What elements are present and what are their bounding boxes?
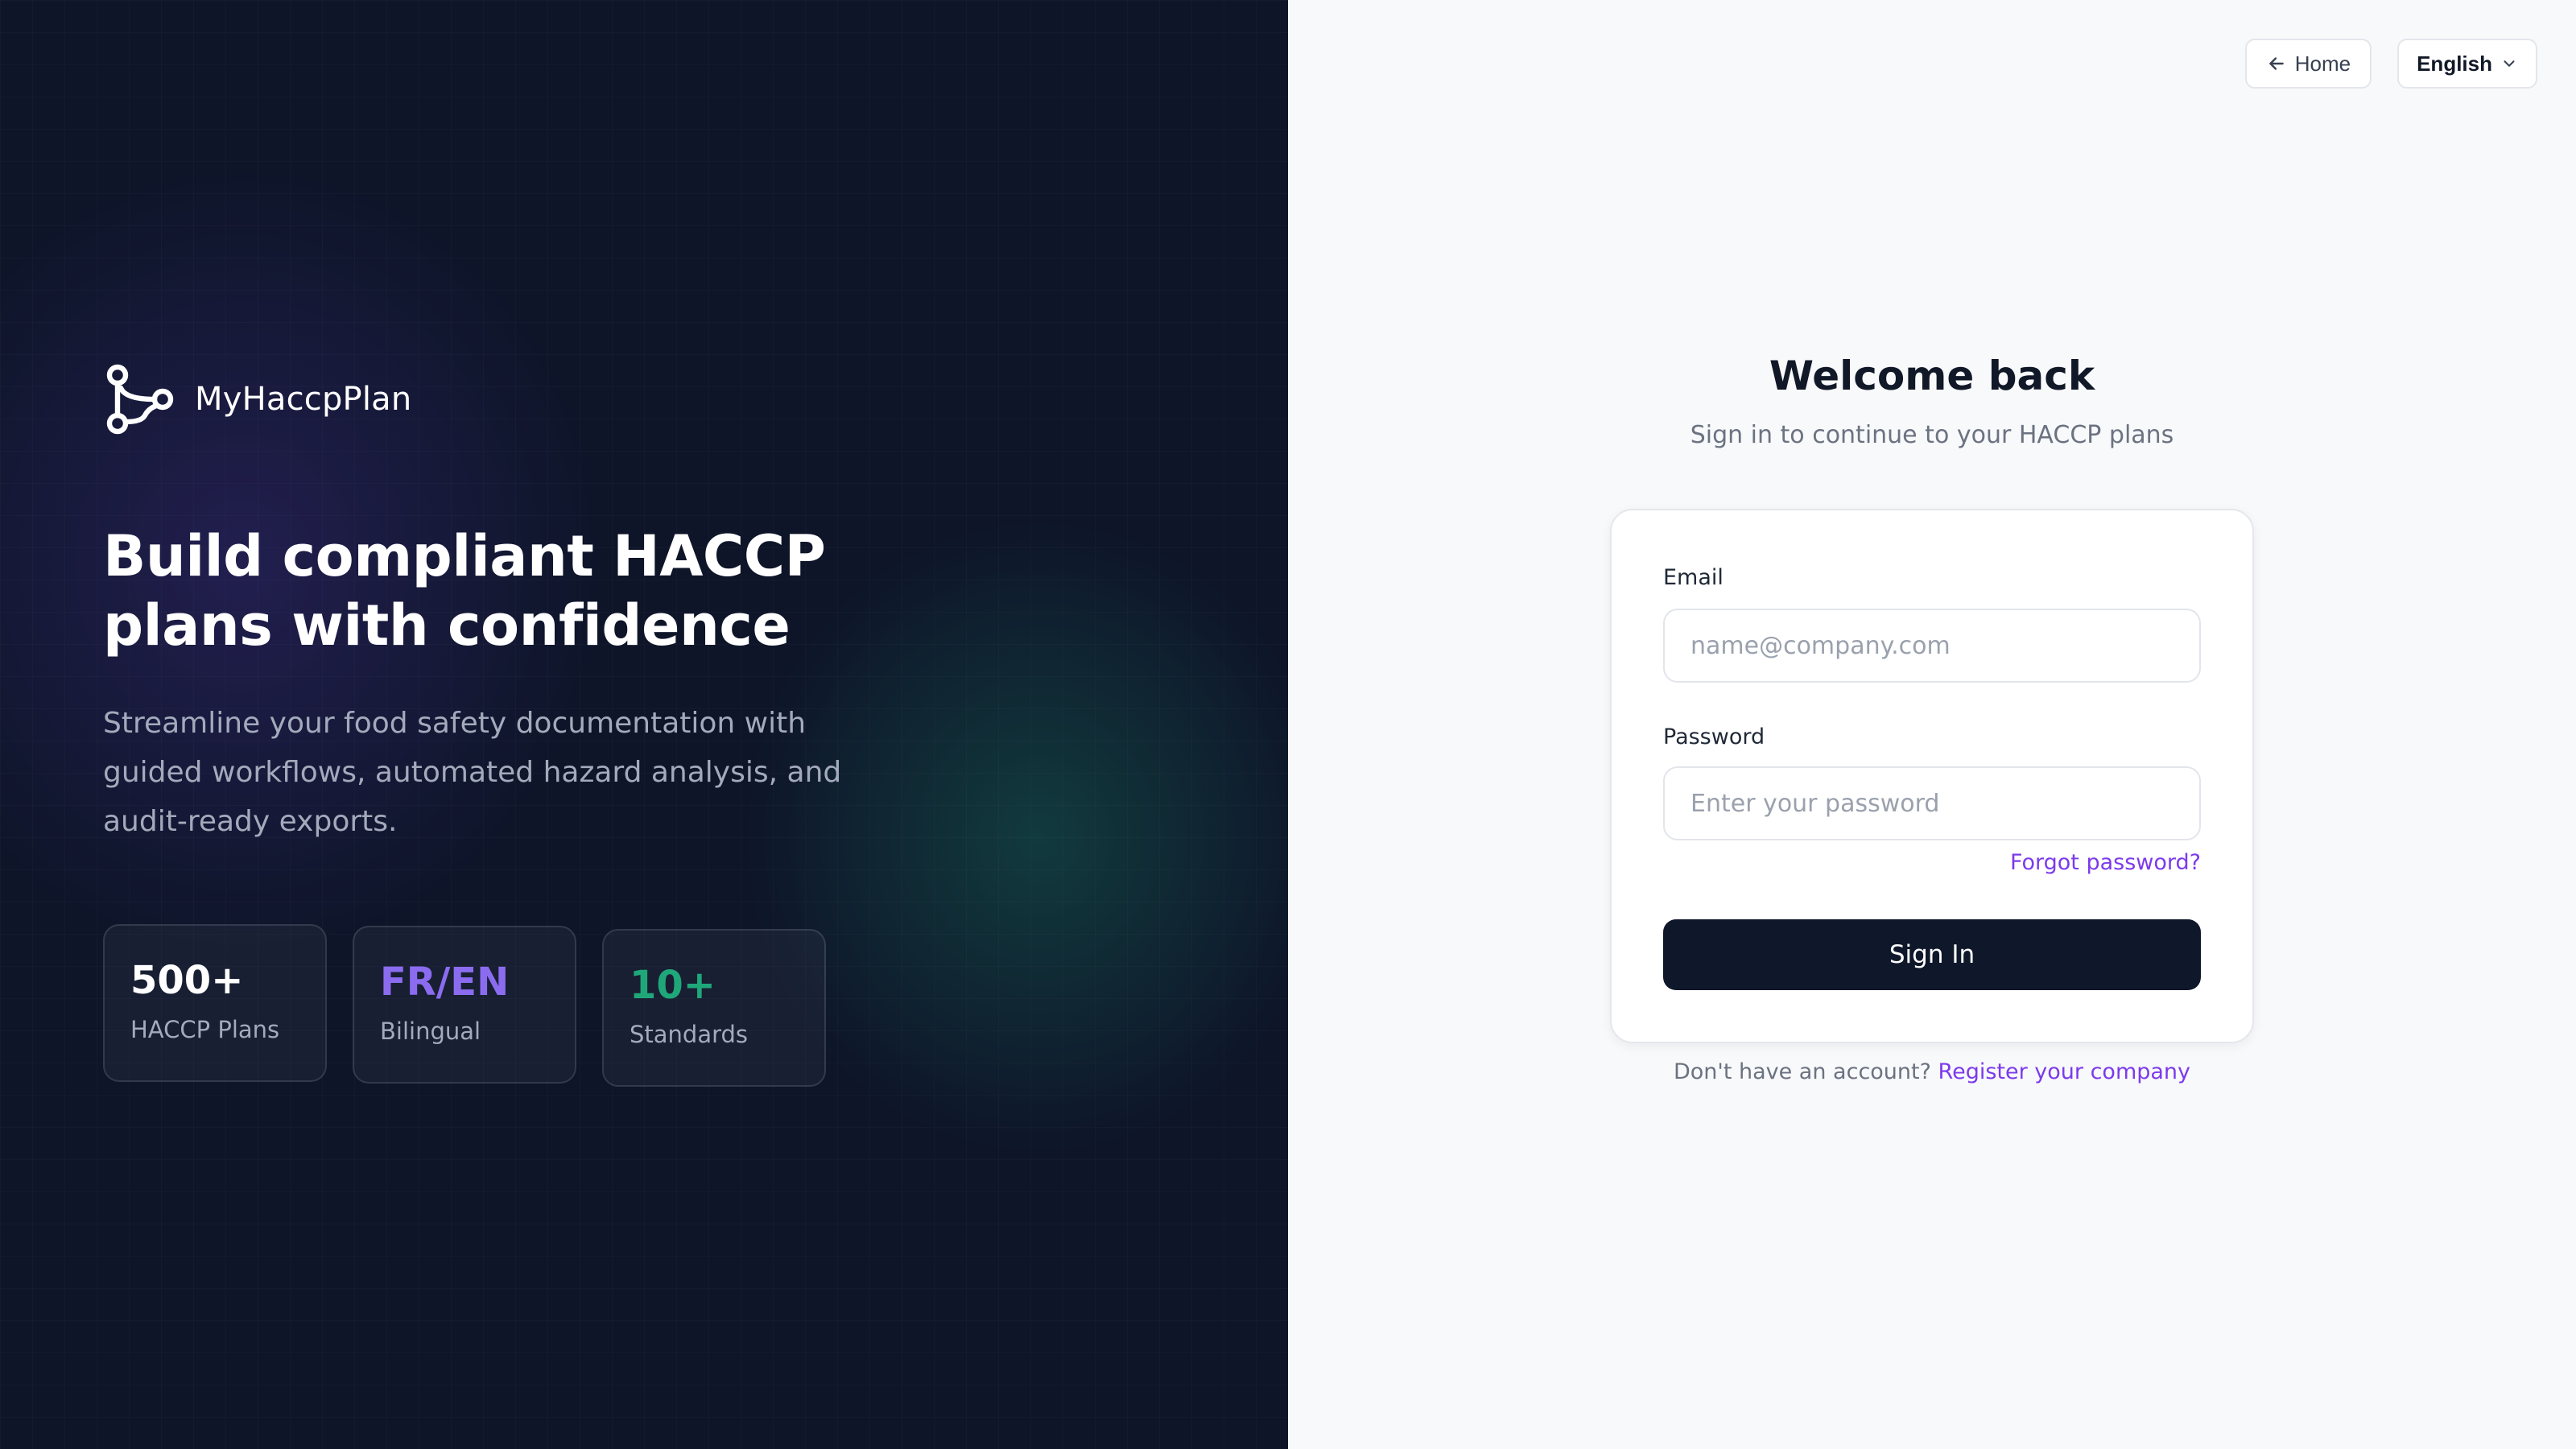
home-label: Home	[2294, 51, 2351, 76]
node-graph-logo-icon	[106, 364, 174, 435]
stats-row: 500+ HACCP Plans FR/EN Bilingual 10+ Sta…	[103, 924, 826, 1087]
password-input[interactable]	[1663, 766, 2201, 840]
password-label: Password	[1663, 724, 1765, 749]
hero-subtitle: Streamline your food safety documentatio…	[103, 707, 842, 838]
page-title: Welcome back	[1769, 353, 2095, 399]
brand: MyHaccpPlan	[103, 364, 411, 435]
stat-card-standards: 10+ Standards	[602, 929, 826, 1087]
login-form: Email Password Forgot password? Sign In	[1610, 509, 2254, 1043]
stat-label: HACCP Plans	[130, 1016, 280, 1043]
stat-value: FR/EN	[380, 960, 510, 1005]
register-prompt: Don't have an account? Register your com…	[1288, 1059, 2576, 1084]
stat-value: 10+	[630, 963, 716, 1008]
stat-label: Standards	[630, 1021, 749, 1048]
hero-panel: MyHaccpPlan Build compliant HACCP plans …	[0, 0, 1288, 1449]
chevron-down-icon	[2504, 60, 2515, 67]
forgot-password-link[interactable]: Forgot password?	[2010, 850, 2201, 875]
stat-label: Bilingual	[380, 1018, 481, 1045]
home-button[interactable]: Home	[2244, 39, 2372, 89]
auth-panel: Home English Welcome back Sign in to con…	[1288, 0, 2576, 1449]
stat-card-bilingual: FR/EN Bilingual	[353, 926, 576, 1084]
page-subtitle: Sign in to continue to your HACCP plans	[1690, 421, 2174, 449]
email-label: Email	[1663, 565, 1724, 590]
language-select[interactable]: English	[2397, 39, 2537, 89]
stat-value: 500+	[130, 958, 244, 1003]
stat-card-plans: 500+ HACCP Plans	[103, 924, 327, 1082]
hero-title: Build compliant HACCP plans with confide…	[103, 523, 826, 658]
arrow-left-icon	[2268, 57, 2284, 70]
brand-name: MyHaccpPlan	[195, 381, 412, 418]
language-label: English	[2417, 51, 2492, 76]
top-nav: Home English	[2244, 39, 2537, 89]
register-prompt-text: Don't have an account?	[1673, 1059, 1931, 1084]
email-input[interactable]	[1663, 609, 2201, 683]
register-company-link[interactable]: Register your company	[1938, 1059, 2190, 1084]
sign-in-button[interactable]: Sign In	[1663, 919, 2201, 990]
